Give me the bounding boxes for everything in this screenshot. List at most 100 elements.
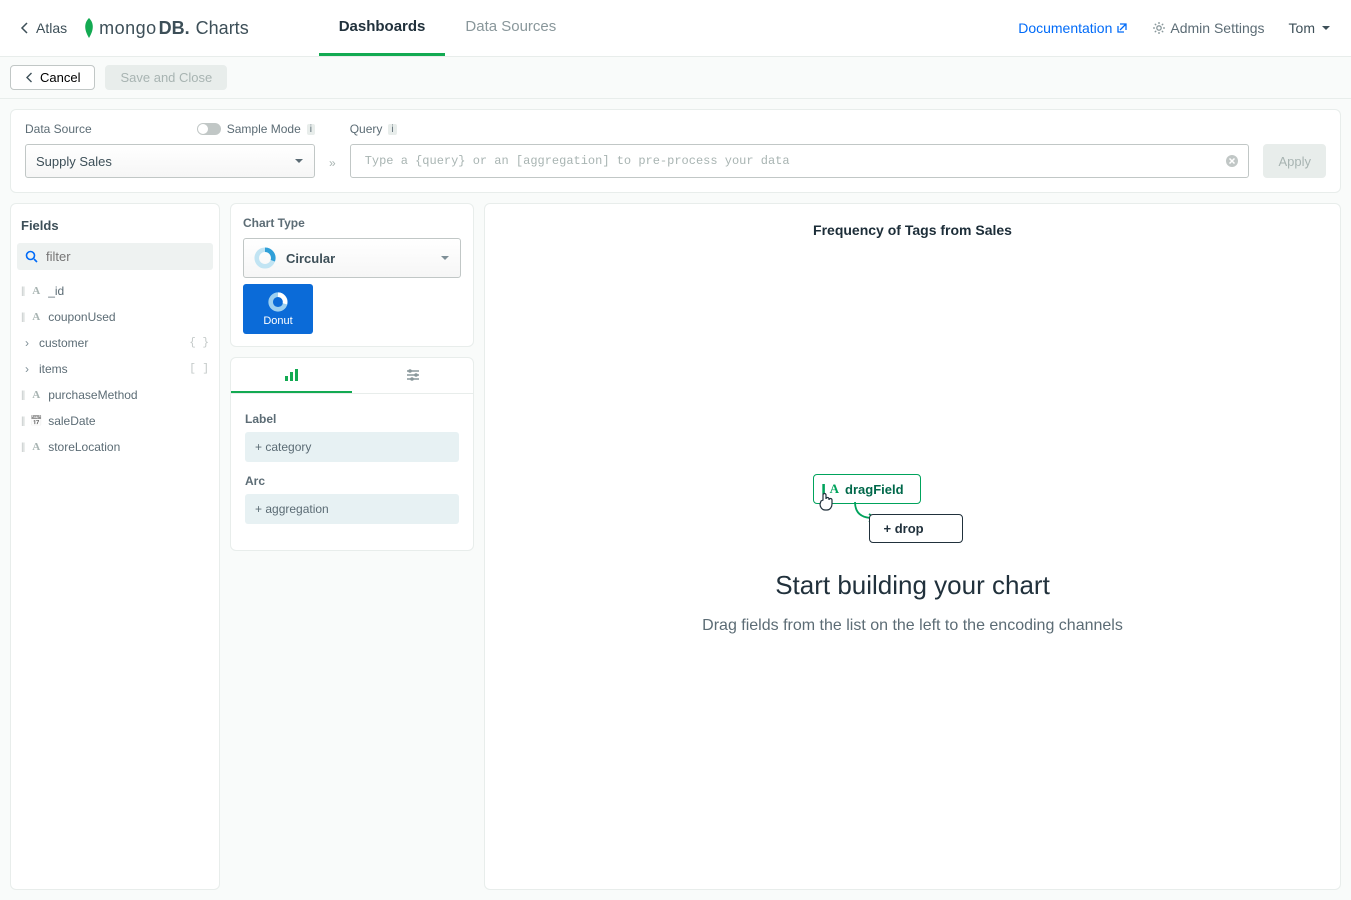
- field-item-_id[interactable]: || A _id: [17, 278, 213, 304]
- encoding-tab-channels[interactable]: [231, 358, 352, 393]
- encoding-card: Label + category Arc + aggregation: [230, 357, 474, 551]
- datasource-select[interactable]: Supply Sales: [25, 144, 315, 178]
- info-icon[interactable]: i: [307, 124, 315, 135]
- tab-dashboards[interactable]: Dashboards: [319, 0, 446, 56]
- datasource-value: Supply Sales: [36, 154, 112, 169]
- main-area: Fields ||A_id||AcouponUsed›customer{ }›i…: [0, 203, 1351, 900]
- circular-icon: [254, 247, 276, 269]
- documentation-link[interactable]: Documentation: [1018, 20, 1128, 36]
- brand-logo[interactable]: mongoDB. Charts: [81, 16, 249, 40]
- chart-config-panel: Chart Type Circular Donut Label+ categor: [230, 203, 474, 890]
- donut-icon: [267, 291, 289, 313]
- admin-settings-link[interactable]: Admin Settings: [1152, 20, 1264, 36]
- search-icon: [25, 250, 38, 263]
- user-menu[interactable]: Tom: [1289, 20, 1331, 36]
- gear-icon: [1152, 21, 1166, 35]
- brand-text-charts: Charts: [196, 18, 249, 39]
- chevron-right-icon: ›: [21, 336, 33, 350]
- grip-icon: ||: [21, 442, 24, 453]
- chevron-left-icon: [20, 22, 30, 34]
- tab-data-sources[interactable]: Data Sources: [445, 0, 576, 56]
- cancel-button[interactable]: Cancel: [10, 65, 95, 90]
- brand-text-db: DB.: [159, 18, 190, 39]
- bars-icon: [284, 368, 300, 382]
- caret-down-icon: [1321, 25, 1331, 31]
- info-icon[interactable]: i: [388, 124, 396, 135]
- query-label: Query: [350, 122, 383, 136]
- sample-mode-toggle[interactable]: [197, 123, 221, 135]
- field-trail-icon: [ ]: [189, 363, 209, 375]
- grip-icon: ||: [21, 390, 24, 401]
- field-item-storeLocation[interactable]: || AstoreLocation: [17, 434, 213, 460]
- top-nav: Atlas mongoDB. Charts Dashboards Data So…: [0, 0, 1351, 57]
- calendar-icon: [30, 415, 42, 427]
- fields-title: Fields: [17, 214, 213, 243]
- chart-subtype-donut[interactable]: Donut: [243, 284, 313, 334]
- donut-label: Donut: [263, 315, 292, 327]
- chevron-right-icon: ›: [21, 362, 33, 376]
- field-item-customer[interactable]: › customer { }: [17, 330, 213, 356]
- action-bar: Cancel Save and Close: [0, 57, 1351, 99]
- field-name: saleDate: [48, 414, 95, 428]
- chart-type-card: Chart Type Circular Donut: [230, 203, 474, 347]
- fields-filter[interactable]: [17, 243, 213, 270]
- field-name: _id: [48, 284, 64, 298]
- clear-query-icon[interactable]: [1225, 154, 1239, 168]
- encoding-label: Arc: [245, 474, 459, 488]
- chart-type-select[interactable]: Circular: [243, 238, 461, 278]
- chart-canvas: Frequency of Tags from Sales || A dragFi…: [484, 203, 1341, 890]
- field-item-purchaseMethod[interactable]: || ApurchaseMethod: [17, 382, 213, 408]
- save-close-button[interactable]: Save and Close: [105, 65, 227, 90]
- chart-title: Frequency of Tags from Sales: [503, 222, 1322, 238]
- field-item-items[interactable]: › items [ ]: [17, 356, 213, 382]
- grip-icon: ||: [21, 286, 24, 297]
- atlas-back-link[interactable]: Atlas: [20, 20, 67, 36]
- cta-heading: Start building your chart: [775, 570, 1050, 601]
- fields-panel: Fields ||A_id||AcouponUsed›customer{ }›i…: [10, 203, 220, 890]
- field-name: customer: [39, 336, 88, 350]
- config-row: Data Source Sample Mode i Supply Sales »…: [10, 109, 1341, 193]
- admin-settings-label: Admin Settings: [1170, 20, 1264, 36]
- user-name: Tom: [1289, 20, 1315, 36]
- field-trail-icon: { }: [189, 337, 209, 349]
- encoding-slot-label[interactable]: + category: [245, 432, 459, 462]
- field-type-icon: A: [30, 389, 42, 401]
- sample-mode-label: Sample Mode: [227, 122, 301, 136]
- cta-subtext: Drag fields from the list on the left to…: [702, 617, 1123, 635]
- sep-arrows-icon: »: [329, 156, 336, 178]
- field-type-icon: A: [30, 441, 42, 453]
- main-tabs: Dashboards Data Sources: [319, 0, 577, 56]
- grip-icon: ||: [21, 416, 24, 427]
- brand-text-mongo: mongo: [99, 18, 157, 39]
- field-type-icon: A: [30, 285, 42, 297]
- apply-button[interactable]: Apply: [1263, 144, 1326, 178]
- field-name: couponUsed: [48, 310, 115, 324]
- caret-down-icon: [440, 255, 450, 261]
- field-item-saleDate[interactable]: || saleDate: [17, 408, 213, 434]
- encoding-label: Label: [245, 412, 459, 426]
- hand-cursor-icon: [817, 490, 837, 512]
- field-type-icon: A: [30, 311, 42, 323]
- field-name: items: [39, 362, 68, 376]
- drag-drop-illustration: || A dragField + drop: [813, 474, 1013, 554]
- field-name: storeLocation: [48, 440, 120, 454]
- encoding-tab-customize[interactable]: [352, 358, 473, 393]
- encoding-slot-arc[interactable]: + aggregation: [245, 494, 459, 524]
- cancel-label: Cancel: [40, 70, 80, 85]
- fields-filter-input[interactable]: [46, 249, 205, 264]
- leaf-icon: [81, 16, 97, 40]
- chart-type-title: Chart Type: [243, 216, 461, 230]
- datasource-label: Data Source: [25, 122, 92, 136]
- caret-down-icon: [294, 158, 304, 164]
- chevron-left-icon: [25, 72, 34, 83]
- field-item-couponUsed[interactable]: ||AcouponUsed: [17, 304, 213, 330]
- documentation-label: Documentation: [1018, 20, 1112, 36]
- sliders-icon: [405, 368, 421, 382]
- atlas-label: Atlas: [36, 20, 67, 36]
- field-name: purchaseMethod: [48, 388, 137, 402]
- drop-pill: + drop: [869, 514, 963, 543]
- drag-field-label: dragField: [845, 482, 904, 497]
- external-link-icon: [1116, 22, 1128, 34]
- query-input[interactable]: [350, 144, 1250, 178]
- chart-type-value: Circular: [286, 251, 335, 266]
